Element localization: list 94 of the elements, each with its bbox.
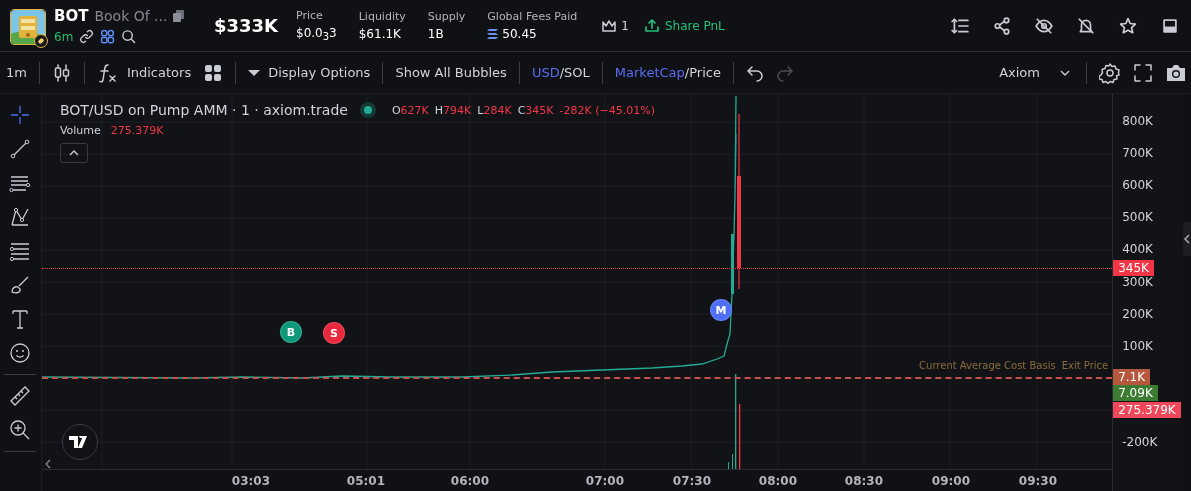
- price-tag: 7.1K: [1113, 369, 1151, 385]
- stat-value: 1B: [427, 27, 444, 41]
- time-label: 08:00: [757, 474, 798, 488]
- logo-badge[interactable]: [61, 424, 98, 460]
- token-age: 6m: [54, 29, 74, 44]
- time-label: 07:30: [671, 474, 712, 488]
- show-bubbles-button[interactable]: Show All Bubbles: [395, 65, 507, 80]
- price-label: 700K: [1122, 146, 1153, 161]
- upload-icon: [644, 18, 659, 33]
- price-change: -282K (−45.01%): [559, 103, 655, 117]
- hidden-bell-icon[interactable]: [1077, 16, 1095, 35]
- trade-marker[interactable]: S: [322, 322, 345, 344]
- price-label: 600K: [1122, 178, 1153, 193]
- line-label: Exit Price: [1061, 360, 1109, 371]
- camera-icon[interactable]: [1165, 62, 1187, 83]
- volume-label: Volume: [59, 124, 101, 137]
- price-label: 200K: [1122, 306, 1153, 321]
- chart-title: BOT/USD on Pump AMM · 1 · axiom.trade: [59, 102, 348, 118]
- token-name: Book Of ...: [94, 8, 168, 24]
- chevron-left-icon[interactable]: [43, 459, 52, 469]
- fib-lines-icon[interactable]: [9, 240, 32, 262]
- collapse-button[interactable]: [1183, 222, 1191, 256]
- price-tag: 345K: [1113, 260, 1154, 276]
- trend-line-icon[interactable]: [9, 138, 32, 160]
- hidden-eye-icon[interactable]: [1035, 16, 1053, 35]
- display-options-button[interactable]: Display Options: [248, 65, 371, 80]
- currency-option[interactable]: USD: [531, 65, 560, 80]
- market-cap: $333K: [214, 15, 280, 36]
- time-label: 06:00: [449, 474, 490, 488]
- price-label: -200K: [1122, 435, 1158, 449]
- status-dot: [363, 106, 372, 114]
- stat-label: Supply: [427, 10, 466, 23]
- smiley-icon[interactable]: [9, 342, 32, 364]
- stat-value: $0.0$_{3}$3: [296, 25, 337, 43]
- settings-icon[interactable]: [1099, 61, 1121, 84]
- search-icon[interactable]: [121, 29, 137, 44]
- list-icon[interactable]: [951, 16, 969, 35]
- trade-marker[interactable]: B: [279, 321, 302, 343]
- collapse-button[interactable]: [59, 143, 88, 163]
- separator: /: [684, 65, 690, 80]
- chevron-down-icon: [1060, 69, 1070, 76]
- layout-icon[interactable]: [203, 62, 224, 83]
- grid-icon[interactable]: [100, 29, 116, 44]
- time-label: 07:00: [584, 474, 625, 488]
- chevron-up-icon: [68, 150, 79, 156]
- stat-value: 50.45: [502, 27, 537, 41]
- price-label: 100K: [1122, 338, 1153, 353]
- ohlc-value: L284K: [477, 103, 512, 117]
- zoom-in-icon[interactable]: [9, 419, 32, 441]
- ohlc-value: O627K: [391, 103, 429, 117]
- currency-option[interactable]: SOL: [564, 65, 590, 80]
- price-tag: 7.09K: [1113, 385, 1158, 401]
- holder-count: 1: [621, 18, 629, 33]
- price-label: 400K: [1122, 242, 1153, 257]
- stat-label: Liquidity: [358, 10, 406, 23]
- price-tag: 275.379K: [1113, 402, 1181, 418]
- indicators-button[interactable]: Indicators: [96, 62, 192, 83]
- interval-button[interactable]: 1m: [6, 65, 27, 80]
- share-icon[interactable]: [993, 16, 1011, 35]
- time-label: 08:30: [843, 474, 884, 488]
- line-label: Current Average Cost Basis: [919, 360, 1056, 371]
- separator: /: [559, 65, 565, 80]
- metric-option[interactable]: Price: [689, 65, 721, 80]
- fullscreen-icon[interactable]: [1133, 62, 1153, 83]
- price-label: 500K: [1122, 210, 1153, 225]
- stat-label: Global Fees Paid: [487, 10, 578, 23]
- stat-label: Price: [296, 8, 324, 22]
- trade-marker[interactable]: M: [709, 299, 732, 321]
- volume-value: 275.379K: [110, 124, 164, 137]
- crown-icon: [601, 18, 618, 33]
- crosshair-icon[interactable]: [9, 104, 32, 126]
- panel-icon[interactable]: [1161, 16, 1179, 35]
- price-label: 300K: [1122, 274, 1153, 289]
- price-label: 800K: [1122, 114, 1153, 128]
- ohlc-value: C345K: [517, 103, 554, 117]
- function-icon: [96, 62, 119, 83]
- ohlc-value: H794K: [434, 103, 472, 117]
- token-symbol: BOT: [54, 7, 89, 25]
- chevron-left-icon: [1183, 234, 1191, 244]
- metric-option[interactable]: MarketCap: [614, 65, 685, 80]
- coin-icon: [487, 29, 499, 39]
- stat-value: $61.1K: [358, 27, 401, 41]
- time-label: 05:01: [345, 474, 386, 488]
- time-label: 09:00: [930, 474, 971, 488]
- theme-dropdown[interactable]: Axiom: [999, 65, 1070, 80]
- time-label: 03:03: [230, 474, 271, 488]
- time-label: 09:30: [1017, 474, 1058, 488]
- star-icon[interactable]: [1119, 16, 1137, 35]
- caret-icon: [248, 68, 261, 77]
- ruler-icon[interactable]: [9, 385, 32, 407]
- share-button[interactable]: Share PnL: [638, 14, 731, 37]
- link-icon[interactable]: [79, 29, 95, 44]
- undo-icon[interactable]: [745, 63, 764, 82]
- copy-icon[interactable]: [173, 10, 185, 22]
